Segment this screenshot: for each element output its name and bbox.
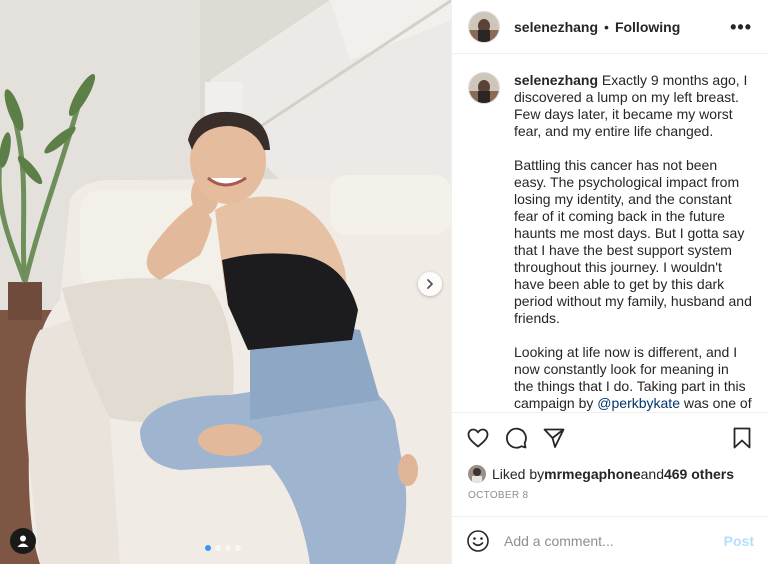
comment-button[interactable] (504, 426, 528, 450)
save-button[interactable] (730, 426, 754, 450)
carousel-indicator (205, 545, 241, 551)
bookmark-icon (733, 427, 751, 448)
author-avatar[interactable] (468, 10, 500, 43)
carousel-dot (215, 545, 221, 551)
caption-paragraph: Battling this cancer has not been easy. … (514, 157, 752, 326)
comment-box: Post (452, 516, 768, 564)
like-button[interactable] (466, 426, 490, 450)
avatar-image (469, 73, 499, 103)
post-side-panel: selenezhang • Following ••• selenezhang … (451, 0, 768, 564)
likes-middle: and (640, 466, 664, 482)
share-button[interactable] (542, 426, 566, 450)
author-username[interactable]: selenezhang (514, 19, 598, 35)
next-photo-button[interactable] (418, 272, 442, 296)
carousel-dot (225, 545, 231, 551)
tagged-users-button[interactable] (10, 528, 36, 554)
action-bar (452, 412, 768, 462)
instagram-post: selenezhang • Following ••• selenezhang … (0, 0, 768, 564)
emoji-icon (467, 529, 489, 552)
liker-avatar[interactable] (468, 465, 486, 483)
emoji-button[interactable] (466, 529, 490, 553)
caption-paragraph-text: was one of (679, 395, 752, 411)
post-comment-button[interactable]: Post (724, 533, 754, 549)
photo-illustration (0, 0, 451, 564)
likes-summary: Liked by mrmegaphone and 469 others (452, 462, 768, 486)
following-button[interactable]: Following (615, 19, 680, 35)
avatar-image (468, 465, 486, 483)
caption-paragraph: Looking at life now is different, and I … (514, 344, 752, 412)
chevron-right-icon (427, 279, 433, 289)
caption-author-avatar[interactable] (468, 72, 500, 104)
carousel-dot (205, 545, 211, 551)
comment-icon (506, 427, 527, 449)
liker-username[interactable]: mrmegaphone (544, 466, 640, 482)
heart-icon (467, 428, 489, 447)
caption-username[interactable]: selenezhang (514, 72, 598, 88)
avatar-image (469, 11, 499, 42)
carousel-dot (235, 545, 241, 551)
more-options-button[interactable]: ••• (730, 18, 752, 36)
caption-text: selenezhang Exactly 9 months ago, I disc… (514, 72, 752, 412)
user-tag-icon (17, 535, 29, 547)
header-separator: • (604, 18, 609, 35)
caption-area: selenezhang Exactly 9 months ago, I disc… (452, 54, 768, 412)
post-date[interactable]: OCTOBER 8 (452, 486, 768, 516)
post-header: selenezhang • Following ••• (452, 0, 768, 54)
mention-link[interactable]: @perkbykate (597, 395, 680, 411)
share-icon (543, 428, 565, 448)
likes-prefix: Liked by (492, 466, 545, 482)
post-photo[interactable] (0, 0, 451, 564)
caption-paragraph: selenezhang Exactly 9 months ago, I disc… (514, 72, 752, 140)
likes-count[interactable]: 469 others (664, 466, 734, 482)
comment-input[interactable] (502, 531, 724, 550)
